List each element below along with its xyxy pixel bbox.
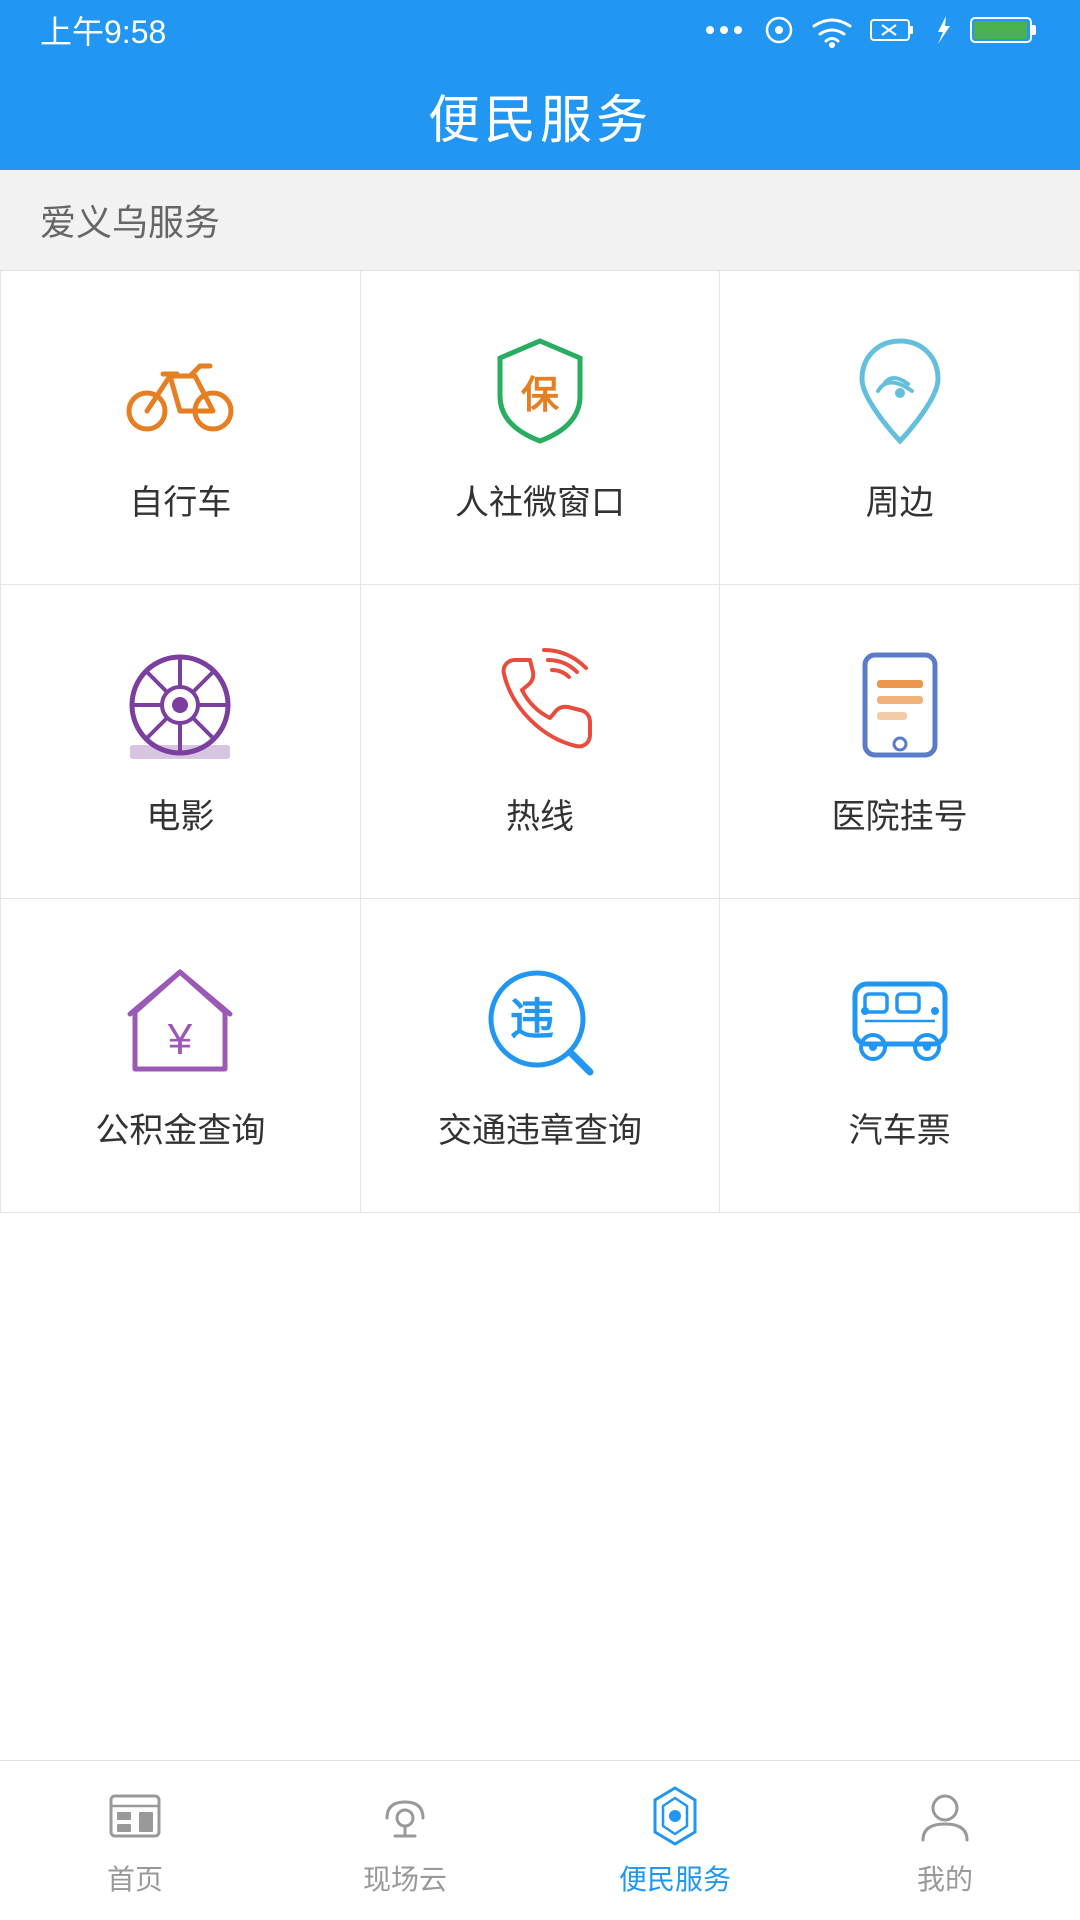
grid-item-hotline[interactable]: 热线 [361,585,721,899]
hotline-label: 热线 [506,789,574,838]
fund-label: 公积金查询 [95,1103,265,1152]
svg-text:违: 违 [510,995,554,1044]
tab-mine[interactable]: 我的 [810,1784,1080,1898]
bike-icon [120,331,240,451]
svg-text:保: 保 [521,375,560,417]
hospital-icon [840,645,960,765]
grid-item-social-security[interactable]: 保 人社微窗口 [361,271,721,585]
nearby-label: 周边 [866,475,934,524]
bus-ticket-label: 汽车票 [849,1103,951,1152]
tab-service[interactable]: 便民服务 [540,1784,810,1898]
charging-icon [932,14,952,46]
svg-text:¥: ¥ [167,1015,193,1064]
grid-item-movie[interactable]: 电影 [1,585,361,899]
page-title: 便民服务 [428,78,652,153]
wifi-icon [812,14,852,46]
live-tab-icon [373,1784,437,1848]
tab-service-label: 便民服务 [619,1858,731,1898]
tab-mine-label: 我的 [917,1858,973,1898]
violation-icon: 违 [480,959,600,1079]
tab-live-label: 现场云 [363,1858,447,1898]
service-grid: 自行车 保 人社微窗口 周边 [0,271,1080,1213]
status-time: 上午9:58 [40,7,166,53]
status-bar: 上午9:58 [0,0,1080,60]
house-yen-icon: ¥ [120,959,240,1079]
service-tab-icon [643,1784,707,1848]
signal-dots-icon [706,20,746,40]
film-icon [120,645,240,765]
bus-icon [840,959,960,1079]
tab-home[interactable]: 首页 [0,1784,270,1898]
movie-label: 电影 [146,789,214,838]
tab-bar: 首页 现场云 便民服务 [0,1760,1080,1920]
tab-live[interactable]: 现场云 [270,1784,540,1898]
grid-item-fund[interactable]: ¥ 公积金查询 [1,899,361,1213]
grid-item-bike[interactable]: 自行车 [1,271,361,585]
grid-item-nearby[interactable]: 周边 [720,271,1080,585]
shield-icon: 保 [480,331,600,451]
battery-x-icon [870,18,914,42]
section-label: 爱义乌服务 [0,170,1080,271]
bike-label: 自行车 [129,475,231,524]
tab-home-label: 首页 [107,1858,163,1898]
home-tab-icon [103,1784,167,1848]
grid-item-bus-ticket[interactable]: 汽车票 [720,899,1080,1213]
grid-item-traffic[interactable]: 违 交通违章查询 [361,899,721,1213]
status-icons [706,14,1040,46]
battery-full-icon [970,16,1040,44]
grid-item-hospital[interactable]: 医院挂号 [720,585,1080,899]
traffic-label: 交通违章查询 [438,1103,642,1152]
location-icon [764,15,794,45]
hospital-label: 医院挂号 [832,789,968,838]
mine-tab-icon [913,1784,977,1848]
social-security-label: 人社微窗口 [455,475,625,524]
nearby-icon [840,331,960,451]
app-header: 便民服务 [0,60,1080,170]
phone-icon [480,645,600,765]
